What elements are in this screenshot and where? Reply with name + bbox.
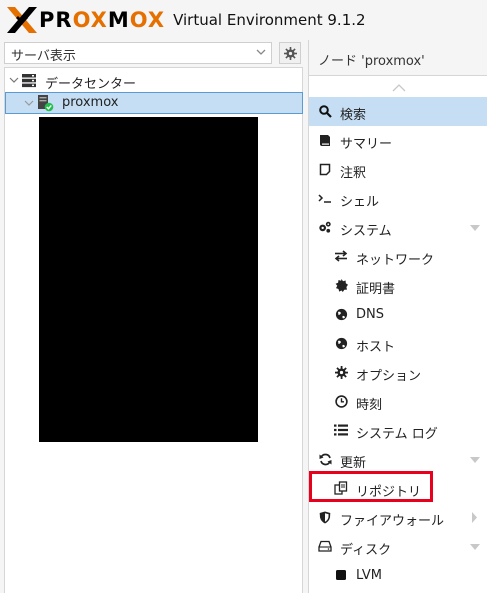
menu-item-updates[interactable]: 更新 (309, 445, 487, 474)
menu-item-dns[interactable]: DNS (309, 300, 487, 329)
shield-icon (318, 510, 332, 524)
menu-item-certificates[interactable]: 証明書 (309, 271, 487, 300)
globe-icon (334, 336, 348, 350)
proxmox-x-icon (7, 7, 37, 33)
menu-item-firewall[interactable]: ファイアウォール (309, 503, 487, 532)
redacted-area (39, 117, 258, 442)
menu-item-shell[interactable]: シェル (309, 184, 487, 213)
menu-item-hosts[interactable]: ホスト (309, 329, 487, 358)
chevron-down-icon[interactable] (24, 98, 34, 108)
menu-item-search[interactable]: 検索 (309, 97, 487, 126)
globe-icon (334, 307, 348, 321)
menu-item-options[interactable]: オプション (309, 358, 487, 387)
note-icon (318, 162, 332, 176)
menu-item-label: システム ログ (356, 427, 438, 442)
menu-item-network[interactable]: ネットワーク (309, 242, 487, 271)
files-icon (334, 481, 348, 495)
menu-item-label: ファイアウォール (340, 514, 445, 529)
version-label: Virtual Environment 9.1.2 (173, 11, 366, 29)
gear-icon (334, 365, 348, 379)
view-select[interactable]: サーバ表示 (4, 42, 272, 64)
clock-icon (334, 394, 348, 408)
menu-item-label: リポジトリ (356, 485, 422, 500)
node-title-bar: ノード 'proxmox' (309, 40, 487, 76)
menu-item-label: ディスク (340, 543, 392, 558)
menu-item-lvm[interactable]: LVM (309, 561, 487, 590)
caret-right-icon[interactable] (471, 512, 478, 523)
menu-item-system[interactable]: システム (309, 213, 487, 242)
menu-item-label: サマリー (340, 137, 393, 152)
proxmox-logo[interactable]: PROXMOX (7, 0, 165, 40)
menu-item-label: シェル (340, 195, 380, 210)
menu-item-label: 時刻 (356, 398, 383, 413)
menu-item-label: ネットワーク (356, 253, 435, 268)
logo-wordmark: PROXMOX (39, 8, 166, 32)
tree-item-datacenter[interactable]: データセンター (5, 70, 302, 92)
collapse-caret-icon[interactable] (470, 456, 480, 464)
view-select-value: サーバ表示 (11, 49, 76, 64)
search-icon (318, 104, 332, 118)
menu-item-label: DNS (356, 307, 384, 322)
menu-item-label: システム (340, 224, 392, 239)
node-title: ノード 'proxmox' (318, 54, 425, 69)
menu-item-time[interactable]: 時刻 (309, 387, 487, 416)
chevron-down-icon (256, 49, 266, 55)
menu-item-label: オプション (356, 369, 422, 384)
square-icon (334, 568, 348, 582)
menu-item-label: 更新 (340, 456, 367, 471)
menu-item-label: LVM (356, 568, 382, 583)
hdd-icon (318, 539, 332, 553)
book-icon (318, 133, 332, 147)
gear-icon (283, 46, 297, 60)
resource-tree-panel: サーバ表示 データセンター proxmox (0, 40, 303, 593)
menu-item-repositories[interactable]: リポジトリ (309, 471, 487, 503)
menu-item-summary[interactable]: サマリー (309, 126, 487, 155)
menu-item-syslog[interactable]: システム ログ (309, 416, 487, 445)
scroll-up-button[interactable] (309, 77, 487, 99)
refresh-icon (318, 452, 332, 466)
collapse-caret-icon[interactable] (470, 224, 480, 232)
menu-item-label: 証明書 (356, 282, 396, 297)
tree-item-proxmox[interactable]: proxmox (5, 92, 303, 114)
tree-item-label: データセンター (45, 77, 137, 92)
terminal-icon (318, 191, 332, 205)
tree-item-label: proxmox (62, 95, 119, 110)
menu-item-label: 注釈 (340, 166, 367, 181)
node-navigation-panel: ノード 'proxmox' 検索 サマリー 注釈 シェル システム ネットワーク… (308, 40, 487, 593)
tree-settings-button[interactable] (279, 42, 301, 64)
certificate-icon (334, 278, 348, 292)
view-selector-row: サーバ表示 (4, 42, 303, 64)
top-header: PROXMOX Virtual Environment 9.1.2 (0, 0, 487, 40)
resource-tree: データセンター proxmox (4, 67, 303, 593)
chevron-up-icon (392, 84, 405, 92)
chevron-down-icon[interactable] (9, 75, 19, 85)
server-stack-icon (22, 74, 36, 88)
menu-item-label: 検索 (340, 108, 367, 123)
gears-icon (318, 220, 332, 234)
exchange-icon (334, 249, 348, 263)
host-online-icon (38, 95, 54, 112)
menu-item-disks[interactable]: ディスク (309, 532, 487, 561)
menu-item-label: ホスト (356, 340, 396, 355)
collapse-caret-icon[interactable] (470, 543, 480, 551)
menu-item-notes[interactable]: 注釈 (309, 155, 487, 184)
list-icon (334, 423, 348, 437)
